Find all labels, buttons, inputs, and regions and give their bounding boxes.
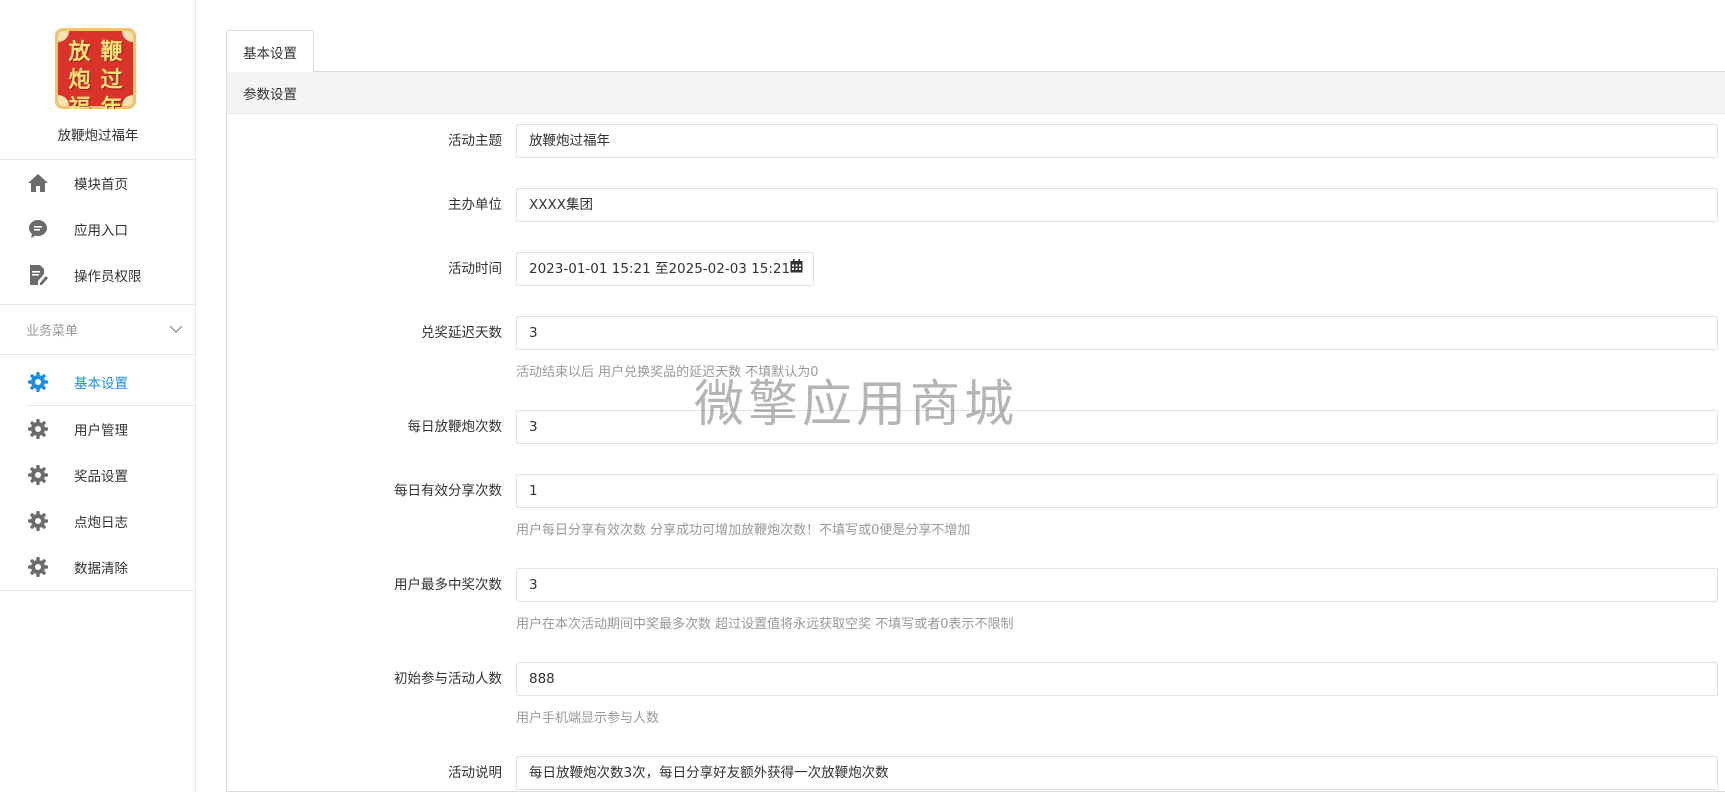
logo-char: 福: [68, 95, 91, 109]
nav-item-module-home[interactable]: 模块首页: [0, 160, 195, 206]
gear-icon: [26, 417, 50, 441]
gear-icon: [26, 509, 50, 533]
top-nav: 模块首页 应用入口 操作员权限: [0, 160, 195, 305]
field-label: 每日有效分享次数: [394, 483, 502, 499]
business-menu-toggle[interactable]: 业务菜单: [0, 305, 195, 355]
field-help-text: 用户手机端显示参与人数: [516, 711, 660, 726]
nav-item-label: 点炮日志: [74, 515, 128, 531]
activity-time-picker[interactable]: 2023-01-01 15:21 至2025-02-03 15:21: [516, 252, 814, 286]
field-label: 兑奖延迟天数: [421, 325, 502, 341]
nav-item-label: 基本设置: [74, 376, 128, 392]
field-label: 每日放鞭炮次数: [407, 419, 503, 435]
logo-char: 炮: [68, 67, 91, 93]
nav-item-basic-settings[interactable]: 基本设置: [0, 359, 195, 405]
initial-participants-input[interactable]: 888: [516, 662, 1718, 696]
nav-item-label: 奖品设置: [74, 469, 128, 485]
group-title: 业务菜单: [26, 324, 79, 339]
daily-firecracker-count-input[interactable]: 3: [516, 410, 1718, 444]
chat-icon: [26, 217, 50, 241]
logo-char: 过: [100, 67, 123, 93]
field-label: 活动时间: [448, 261, 502, 277]
panel-title: 参数设置: [227, 72, 1725, 114]
nav-item-label: 用户管理: [74, 423, 128, 439]
logo-char: 鞭: [100, 39, 123, 65]
max-wins-input[interactable]: 3: [516, 568, 1718, 602]
nav-item-label: 应用入口: [74, 223, 128, 239]
home-icon: [26, 171, 50, 195]
gear-icon: [26, 555, 50, 579]
daily-share-count-input[interactable]: 1: [516, 474, 1718, 508]
redeem-delay-input[interactable]: 3: [516, 316, 1718, 350]
field-help-text: 用户在本次活动期间中奖最多次数 超过设置值将永远获取空奖 不填写或者0表示不限制: [516, 617, 1014, 632]
main-content: 基本设置 参数设置 活动主题 放鞭炮过福年 主办单位 XXXX集团 活动时间 2…: [226, 0, 1725, 792]
settings-panel: 参数设置 活动主题 放鞭炮过福年 主办单位 XXXX集团 活动时间 2023-0…: [226, 71, 1725, 792]
module-header: 放 鞭 炮 过 福 年 放鞭炮过福年: [0, 0, 195, 160]
nav-item-user-management[interactable]: 用户管理: [0, 406, 195, 452]
nav-item-operator-permissions[interactable]: 操作员权限: [0, 252, 195, 298]
field-help-text: 活动结束以后 用户兑换奖品的延迟天数 不填默认为0: [516, 365, 819, 380]
gear-icon: [26, 463, 50, 487]
tab-basic-settings[interactable]: 基本设置: [226, 30, 314, 72]
nav-item-label: 模块首页: [74, 177, 128, 193]
nav-item-prize-settings[interactable]: 奖品设置: [0, 452, 195, 498]
field-label: 主办单位: [448, 197, 502, 213]
activity-theme-input[interactable]: 放鞭炮过福年: [516, 124, 1718, 158]
field-label: 活动主题: [448, 133, 502, 149]
nav-item-label: 操作员权限: [74, 269, 142, 285]
module-name: 放鞭炮过福年: [57, 128, 139, 144]
logo-char: 放: [68, 39, 91, 65]
nav-item-app-entry[interactable]: 应用入口: [0, 206, 195, 252]
organizer-input[interactable]: XXXX集团: [516, 188, 1718, 222]
gear-icon: [26, 370, 50, 394]
field-label: 初始参与活动人数: [394, 671, 502, 687]
field-label: 活动说明: [448, 765, 502, 781]
activity-description-input[interactable]: 每日放鞭炮次数3次，每日分享好友额外获得一次放鞭炮次数: [516, 756, 1718, 790]
business-nav: 基本设置 用户管理 奖品设置 点炮日志 数据清除: [0, 355, 195, 591]
field-label: 用户最多中奖次数: [394, 577, 502, 593]
field-help-text: 用户每日分享有效次数 分享成功可增加放鞭炮次数！不填写或0便是分享不增加: [516, 523, 971, 538]
calendar-icon: [790, 253, 803, 285]
nav-item-label: 数据清除: [74, 561, 128, 577]
nav-item-data-clear[interactable]: 数据清除: [0, 544, 195, 590]
module-logo: 放 鞭 炮 过 福 年: [55, 28, 136, 109]
sidebar: 放 鞭 炮 过 福 年 放鞭炮过福年 模块首页 应用入口 操作员权限 业务菜单 …: [0, 0, 196, 792]
logo-char: 年: [100, 95, 123, 109]
document-edit-icon: [26, 263, 50, 287]
activity-time-value: 2023-01-01 15:21 至2025-02-03 15:21: [529, 261, 791, 277]
nav-item-firecracker-log[interactable]: 点炮日志: [0, 498, 195, 544]
chevron-down-icon: [169, 322, 183, 338]
